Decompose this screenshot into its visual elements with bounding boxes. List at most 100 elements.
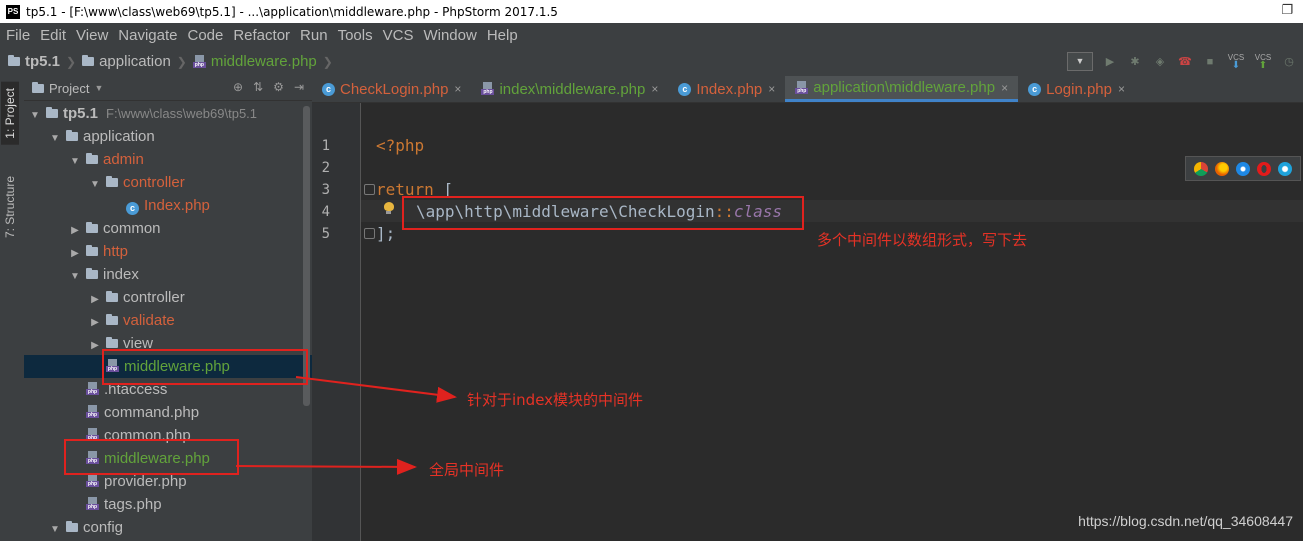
tree-item[interactable]: ▶cIndex.php xyxy=(24,194,312,217)
tree-item[interactable]: ▶phptags.php xyxy=(24,493,312,516)
vcs-update-icon[interactable]: VCS ⬇ xyxy=(1227,53,1245,70)
tree-item[interactable]: ▶ controller xyxy=(24,286,312,309)
close-icon[interactable]: × xyxy=(768,82,775,96)
close-icon[interactable]: × xyxy=(1001,81,1008,95)
folder-icon xyxy=(86,153,98,164)
collapse-arrow-icon[interactable]: ▼ xyxy=(68,265,82,288)
folder-icon xyxy=(106,176,118,187)
php-file-icon: php xyxy=(86,474,99,488)
menu-code[interactable]: Code xyxy=(187,27,223,44)
tree-item-label: http xyxy=(103,243,129,260)
menu-refactor[interactable]: Refactor xyxy=(233,27,290,44)
folder-icon xyxy=(46,107,58,118)
menu-run[interactable]: Run xyxy=(300,27,328,44)
collapse-arrow-icon[interactable]: ▼ xyxy=(88,173,102,196)
vcs-commit-icon[interactable]: VCS ⬆ xyxy=(1254,53,1272,70)
run-icon[interactable]: ▶ xyxy=(1102,54,1118,70)
expand-arrow-icon[interactable]: ▶ xyxy=(88,288,102,311)
editor-tab[interactable]: c CheckLogin.php × xyxy=(312,76,471,102)
project-panel-title[interactable]: Project xyxy=(49,81,89,96)
stop-icon[interactable]: ■ xyxy=(1202,54,1218,70)
close-icon[interactable]: × xyxy=(1118,82,1125,96)
tree-item[interactable]: ▼ controller xyxy=(24,171,312,194)
run-configuration-dropdown[interactable]: ▼ xyxy=(1067,52,1093,71)
global-middleware-highlight-box xyxy=(64,439,239,475)
tree-item-label: validate xyxy=(123,312,175,329)
tree-item-label: controller xyxy=(123,174,185,191)
gear-icon[interactable]: ⚙ xyxy=(273,80,284,94)
debug-icon[interactable]: ✱ xyxy=(1127,54,1143,70)
expand-arrow-icon[interactable]: ▼ xyxy=(28,104,42,127)
tree-item[interactable]: ▼ admin xyxy=(24,148,312,171)
firefox-icon[interactable] xyxy=(1214,161,1229,176)
collapse-arrow-icon[interactable]: ▼ xyxy=(48,127,62,150)
editor-tabs: c CheckLogin.php × php index\middleware.php ×… xyxy=(312,76,1303,103)
project-tool-tab-label: 1: Project xyxy=(3,88,17,139)
menu-help[interactable]: Help xyxy=(487,27,518,44)
breadcrumb-file[interactable]: middleware.php xyxy=(211,53,317,70)
coverage-icon[interactable]: ◈ xyxy=(1152,54,1168,70)
restore-window-button[interactable]: ❐ xyxy=(1281,3,1293,18)
code-line-5: ]; xyxy=(376,224,395,243)
collapse-arrow-icon[interactable]: ▼ xyxy=(68,150,82,173)
index-middleware-highlight-box xyxy=(102,349,308,385)
editor-tab[interactable]: php index\middleware.php × xyxy=(471,76,668,102)
tree-item[interactable]: ▶ validate xyxy=(24,309,312,332)
expand-arrow-icon[interactable]: ▶ xyxy=(88,311,102,334)
structure-tool-tab[interactable]: 7: Structure xyxy=(3,176,17,238)
menu-view[interactable]: View xyxy=(76,27,108,44)
tree-item[interactable]: ▼ index xyxy=(24,263,312,286)
menu-file[interactable]: File xyxy=(6,27,30,44)
breadcrumb-separator-icon: ❯ xyxy=(322,54,333,69)
collapse-all-icon[interactable]: ⇅ xyxy=(253,80,263,94)
menu-edit[interactable]: Edit xyxy=(40,27,66,44)
menu-vcs[interactable]: VCS xyxy=(383,27,414,44)
editor-tab[interactable]: php application\middleware.php × xyxy=(785,76,1019,102)
expand-arrow-icon[interactable]: ▶ xyxy=(68,242,82,265)
history-icon[interactable]: ◷ xyxy=(1281,54,1297,70)
tree-item[interactable]: ▼ config xyxy=(24,516,312,539)
hide-panel-icon[interactable]: ⇥ xyxy=(294,80,304,94)
folder-icon xyxy=(106,337,118,348)
chrome-icon[interactable] xyxy=(1193,161,1208,176)
expand-arrow-icon[interactable]: ▶ xyxy=(88,334,102,357)
tree-item[interactable]: ▶phpcommand.php xyxy=(24,401,312,424)
editor-tab[interactable]: c Login.php × xyxy=(1018,76,1135,102)
scroll-from-source-icon[interactable]: ⊕ xyxy=(233,80,243,94)
tree-root[interactable]: ▼ tp5.1 F:\www\class\web69\tp5.1 xyxy=(24,102,312,125)
lightbulb-icon[interactable] xyxy=(384,202,394,214)
fold-marker-icon[interactable] xyxy=(364,228,375,239)
tree-item[interactable]: ▼ application xyxy=(24,125,312,148)
php-file-icon: php xyxy=(86,405,99,419)
menu-window[interactable]: Window xyxy=(423,27,476,44)
collapse-arrow-icon[interactable]: ▼ xyxy=(48,518,62,541)
project-view-icon xyxy=(32,81,44,93)
expand-arrow-icon[interactable]: ▶ xyxy=(68,219,82,242)
ie-icon[interactable] xyxy=(1278,161,1293,176)
safari-icon[interactable] xyxy=(1235,161,1250,176)
chevron-down-icon[interactable]: ▼ xyxy=(94,83,103,93)
project-panel-header: Project ▼ ⊕ ⇅ ⚙ ⇥ xyxy=(24,76,312,101)
php-file-icon: php xyxy=(795,80,809,95)
close-icon[interactable]: × xyxy=(651,82,658,96)
tree-item-label: admin xyxy=(103,151,144,168)
breadcrumb-project[interactable]: tp5.1 xyxy=(25,53,60,70)
project-tool-tab[interactable]: 1: Project xyxy=(1,82,19,145)
folder-icon xyxy=(86,245,98,256)
tree-item-label: application xyxy=(83,128,155,145)
window-title: tp5.1 - [F:\www\class\web69\tp5.1] - ...… xyxy=(26,4,558,19)
tree-item[interactable]: ▶ common xyxy=(24,217,312,240)
navigation-bar: tp5.1 ❯ application ❯ php middleware.php… xyxy=(0,47,1303,77)
listen-debug-icon[interactable]: ☎ xyxy=(1177,54,1193,70)
close-bracket: ]; xyxy=(376,224,396,243)
editor-tab[interactable]: c Index.php × xyxy=(668,76,785,102)
menu-navigate[interactable]: Navigate xyxy=(118,27,177,44)
tree-item-label: provider.php xyxy=(104,473,187,490)
breadcrumb-folder[interactable]: application xyxy=(99,53,171,70)
menu-tools[interactable]: Tools xyxy=(338,27,373,44)
fold-marker-icon[interactable] xyxy=(364,184,375,195)
menu-bar: File Edit View Navigate Code Refactor Run Tools… xyxy=(0,23,1303,47)
close-icon[interactable]: × xyxy=(454,82,461,96)
tree-item[interactable]: ▶ http xyxy=(24,240,312,263)
opera-icon[interactable] xyxy=(1257,161,1272,176)
